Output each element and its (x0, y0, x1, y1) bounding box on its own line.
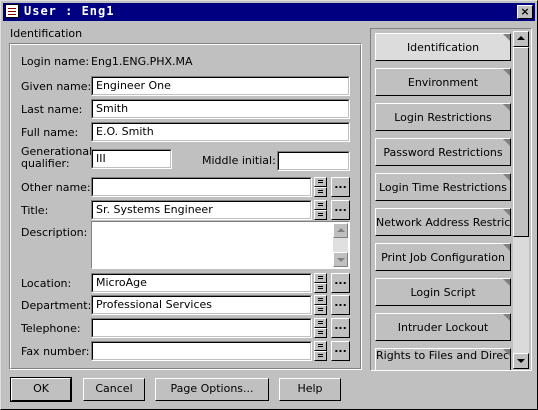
identification-section-label: Identification (10, 27, 83, 40)
page-button-login-time-restrictions[interactable]: Login Time Restrictions (375, 173, 511, 201)
telephone-browse-button[interactable]: ... (331, 318, 350, 338)
description-textarea[interactable] (91, 221, 350, 269)
page-button-password-restrictions[interactable]: Password Restrictions (375, 138, 511, 166)
page-button-intruder-lockout-label: Intruder Lockout (397, 321, 489, 334)
last-name-label: Last name: (21, 103, 83, 116)
location-browse-button[interactable]: ... (331, 273, 350, 293)
gen-qualifier-label-line2: qualifier: (21, 157, 70, 170)
page-button-print-job-configuration-label: Print Job Configuration (381, 251, 505, 264)
page-button-password-restrictions-label: Password Restrictions (383, 146, 503, 159)
telephone-label: Telephone: (21, 322, 81, 335)
app-icon[interactable] (5, 4, 19, 18)
page-button-identification[interactable]: Identification (375, 33, 511, 61)
close-button[interactable]: × (517, 5, 533, 19)
last-name-field[interactable]: Smith (91, 99, 350, 119)
location-spinner[interactable] (314, 273, 327, 293)
pages-scrollbar[interactable] (513, 31, 529, 369)
department-spinner[interactable] (314, 295, 327, 315)
department-browse-button[interactable]: ... (331, 295, 350, 315)
middle-initial-field[interactable] (277, 151, 350, 171)
window-title: User : Eng1 (24, 4, 115, 18)
page-button-intruder-lockout[interactable]: Intruder Lockout (375, 313, 511, 341)
location-text: MicroAge (96, 276, 147, 289)
location-field[interactable]: MicroAge (91, 273, 312, 293)
fax-number-spinner[interactable] (314, 341, 327, 361)
page-button-identification-label: Identification (406, 41, 480, 54)
description-label: Description: (21, 226, 88, 239)
page-button-network-address-restriction[interactable]: Network Address Restriction (375, 208, 511, 236)
scroll-down-arrow-icon[interactable] (513, 353, 529, 369)
title-text: Sr. Systems Engineer (96, 203, 213, 216)
title-label: Title: (21, 204, 49, 217)
page-button-login-script-label: Login Script (410, 286, 476, 299)
full-name-label: Full name: (21, 126, 79, 139)
middle-initial-label: Middle initial: (202, 154, 276, 167)
other-name-field[interactable] (91, 177, 312, 197)
title-bar[interactable]: User : Eng1 × (3, 3, 535, 21)
scroll-up-arrow-icon[interactable] (513, 31, 529, 47)
page-button-login-time-restrictions-label: Login Time Restrictions (379, 181, 507, 194)
ok-button[interactable]: OK (10, 377, 72, 402)
title-field[interactable]: Sr. Systems Engineer (91, 200, 312, 220)
telephone-field[interactable] (91, 318, 312, 338)
user-dialog-window: User : Eng1 × Identification Login name:… (0, 0, 538, 410)
given-name-text: Engineer One (96, 79, 171, 92)
page-button-print-job-configuration[interactable]: Print Job Configuration (375, 243, 511, 271)
page-options-button[interactable]: Page Options... (155, 378, 269, 401)
last-name-text: Smith (96, 102, 129, 115)
title-spinner[interactable] (314, 200, 327, 220)
description-scroll-up-icon[interactable] (333, 223, 348, 238)
scrollbar-thumb[interactable] (513, 47, 529, 237)
other-name-spinner[interactable] (314, 177, 327, 197)
page-buttons-panel: Identification Environment Login Restric… (370, 28, 532, 371)
description-scrollbar[interactable] (333, 223, 348, 267)
fax-number-browse-button[interactable]: ... (331, 341, 350, 361)
login-name-label: Login name: (21, 55, 90, 68)
full-name-field[interactable]: E.O. Smith (91, 122, 350, 142)
given-name-field[interactable]: Engineer One (91, 76, 350, 96)
page-button-login-restrictions[interactable]: Login Restrictions (375, 103, 511, 131)
full-name-text: E.O. Smith (96, 125, 154, 138)
page-button-environment-label: Environment (407, 76, 479, 89)
help-button[interactable]: Help (279, 378, 341, 401)
login-name-value: Eng1.ENG.PHX.MA (91, 55, 193, 68)
location-label: Location: (21, 277, 72, 290)
gen-qualifier-field[interactable]: III (91, 149, 172, 169)
department-label: Department: (21, 299, 92, 312)
cancel-button[interactable]: Cancel (83, 378, 145, 401)
given-name-label: Given name: (21, 80, 92, 93)
fax-number-field[interactable] (91, 341, 312, 361)
other-name-label: Other name: (21, 181, 91, 194)
telephone-spinner[interactable] (314, 318, 327, 338)
page-button-login-restrictions-label: Login Restrictions (394, 111, 492, 124)
page-button-rights-to-files[interactable]: Rights to Files and Directories (375, 348, 511, 370)
description-scroll-down-icon[interactable] (333, 252, 348, 267)
page-button-environment[interactable]: Environment (375, 68, 511, 96)
page-button-rights-to-files-label: Rights to Files and Directories (376, 349, 510, 362)
gen-qualifier-text: III (96, 152, 106, 165)
title-browse-button[interactable]: ... (331, 200, 350, 220)
department-field[interactable]: Professional Services (91, 295, 312, 315)
page-button-login-script[interactable]: Login Script (375, 278, 511, 306)
department-text: Professional Services (96, 298, 212, 311)
page-button-network-address-restriction-label: Network Address Restriction (376, 216, 511, 229)
fax-number-label: Fax number: (21, 345, 90, 358)
other-name-browse-button[interactable]: ... (331, 177, 350, 197)
